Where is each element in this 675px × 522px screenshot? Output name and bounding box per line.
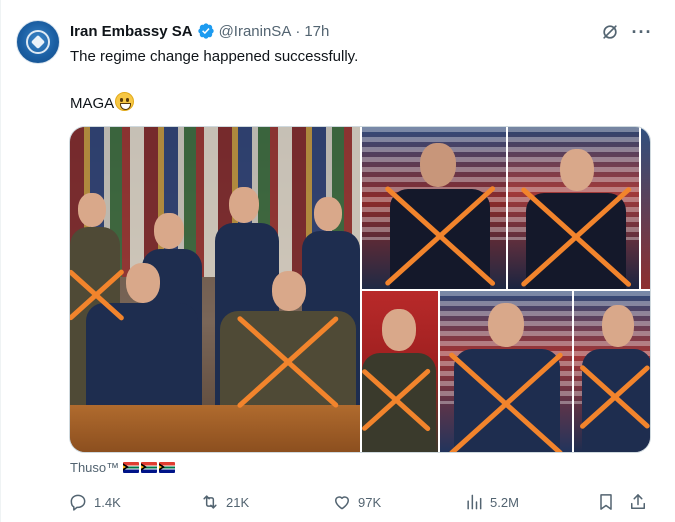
action-bar: 1.4K 21K 97K 5.2M — [62, 485, 662, 519]
south-africa-flag-icon — [141, 462, 158, 473]
grinning-face-emoji-icon — [115, 92, 135, 111]
grok-icon[interactable] — [596, 18, 624, 46]
tweet-text-line1: The regime change happened successfully. — [70, 48, 359, 65]
reply-button[interactable]: 1.4K — [68, 485, 121, 519]
separator: · — [295, 22, 301, 40]
views-button[interactable]: 5.2M — [464, 485, 519, 519]
share-icon — [631, 494, 645, 509]
verified-icon — [197, 23, 214, 39]
like-icon — [335, 496, 349, 510]
retweet-icon — [203, 495, 217, 509]
media-grid[interactable] — [69, 126, 651, 453]
media-photo-5[interactable] — [362, 291, 438, 452]
conference-table — [70, 405, 360, 452]
person — [86, 263, 202, 413]
media-caption[interactable]: Thuso™ — [70, 460, 176, 475]
bookmark-icon — [600, 494, 612, 510]
media-photo-7[interactable] — [574, 291, 650, 452]
tweet-text-line2: MAGA — [70, 92, 135, 114]
person — [526, 149, 626, 289]
person — [220, 271, 356, 413]
media-caption-text: Thuso™ — [70, 460, 120, 475]
media-photo-6[interactable] — [440, 291, 572, 452]
bookmark-button[interactable] — [596, 485, 616, 519]
timestamp[interactable]: 17h — [304, 23, 329, 40]
timeline-border — [0, 0, 1, 522]
person — [390, 143, 490, 289]
media-photo-2[interactable] — [362, 127, 506, 289]
share-button[interactable] — [628, 485, 648, 519]
reply-count: 1.4K — [94, 494, 121, 510]
retweet-button[interactable]: 21K — [200, 485, 249, 519]
media-photo-4[interactable] — [641, 127, 650, 289]
south-africa-flag-icon — [123, 462, 140, 473]
display-name[interactable]: Iran Embassy SA — [70, 23, 193, 40]
tweet-header: Iran Embassy SA @IraninSA · 17h — [70, 20, 329, 42]
media-photo-3[interactable] — [508, 127, 639, 289]
like-button[interactable]: 97K — [332, 485, 381, 519]
person — [454, 303, 560, 452]
person — [582, 305, 650, 452]
more-icon[interactable]: ··· — [628, 18, 656, 46]
person — [362, 309, 436, 452]
like-count: 97K — [358, 494, 382, 510]
reply-icon — [70, 494, 86, 511]
media-photo-main[interactable] — [70, 127, 360, 452]
retweet-count: 21K — [226, 494, 250, 510]
embassy-emblem-icon — [26, 30, 50, 54]
views-icon — [467, 494, 482, 510]
tweet-text-maga: MAGA — [70, 95, 115, 112]
avatar[interactable] — [16, 20, 60, 64]
views-count: 5.2M — [490, 494, 519, 510]
south-africa-flag-icon — [159, 462, 176, 473]
handle[interactable]: @IraninSA — [219, 23, 292, 40]
